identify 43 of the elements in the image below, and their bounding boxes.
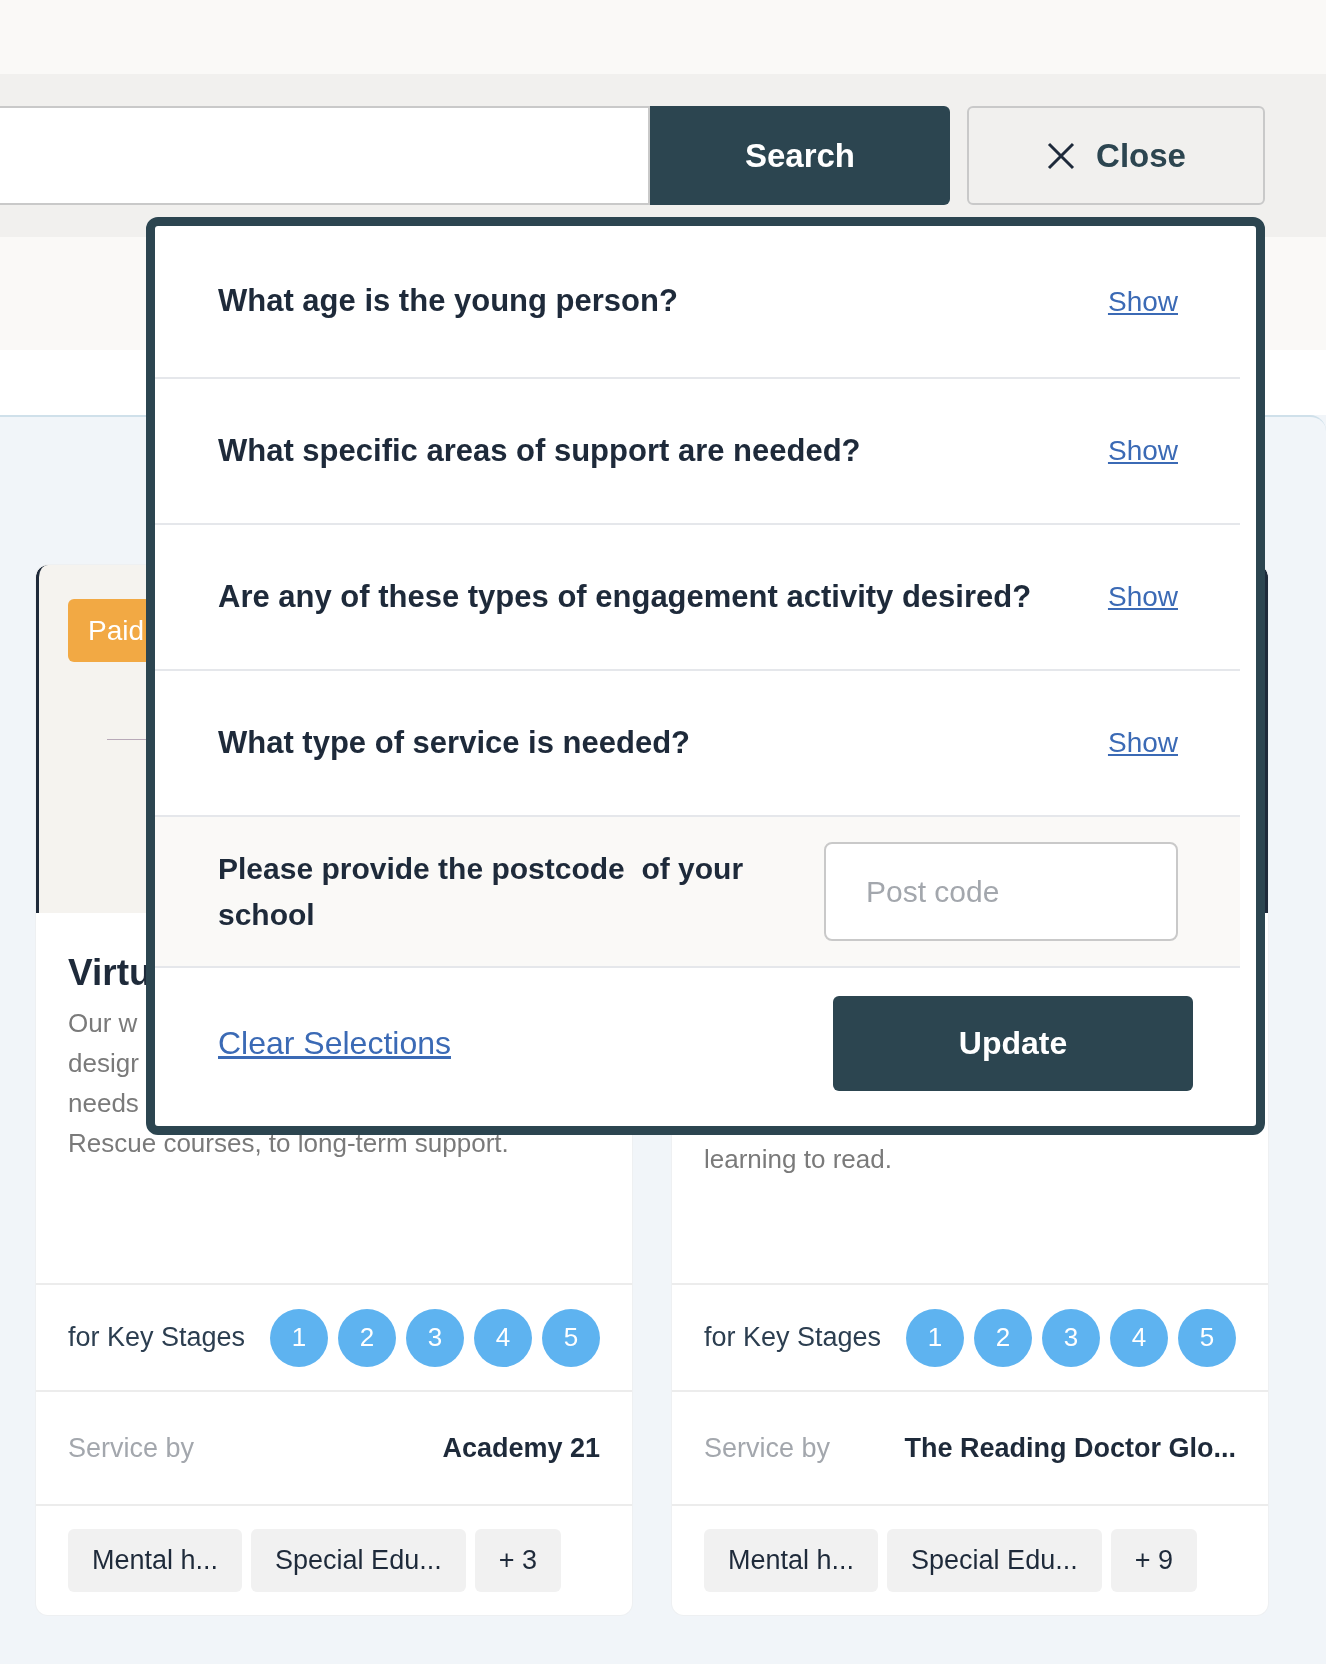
key-stage-badge: 5 xyxy=(542,1308,600,1367)
key-stage-badge: 4 xyxy=(474,1308,532,1367)
update-button[interactable]: Update xyxy=(833,995,1193,1091)
show-link[interactable]: Show xyxy=(1107,576,1178,618)
card-description: learning to read. xyxy=(704,1143,892,1176)
key-stage-badge: 2 xyxy=(338,1308,396,1367)
postcode-field[interactable]: Post code xyxy=(824,842,1178,941)
card-description: Rescue courses, to long-term support. xyxy=(68,1127,509,1160)
category-tag: Mental h... xyxy=(68,1529,243,1592)
key-stages-label: for Key Stages xyxy=(704,1321,882,1355)
show-link[interactable]: Show xyxy=(1107,722,1178,764)
card-description: desigr xyxy=(68,1047,139,1080)
filter-question: What age is the young person? xyxy=(218,282,678,321)
key-stage-badge: 3 xyxy=(1042,1308,1100,1367)
filter-question: Are any of these types of engagement activity desired? xyxy=(218,577,1032,616)
key-stage-badge: 1 xyxy=(270,1308,328,1367)
card-description: Our w xyxy=(68,1007,138,1040)
category-tag: Mental h... xyxy=(704,1529,879,1592)
show-link[interactable]: Show xyxy=(1107,280,1178,323)
postcode-question: Please provide the postcode of your school xyxy=(218,850,745,933)
category-tag: + 3 xyxy=(474,1529,561,1592)
filter-question: What specific areas of support are needed? xyxy=(218,431,861,470)
service-by-label: Service by xyxy=(704,1431,831,1465)
filter-question: What type of service is needed? xyxy=(218,723,691,762)
key-stage-badge: 1 xyxy=(906,1308,964,1367)
key-stage-badge: 4 xyxy=(1110,1308,1168,1367)
search-field[interactable] xyxy=(0,106,650,205)
key-stage-badge: 2 xyxy=(974,1308,1032,1367)
provider-name: The Reading Doctor Glo... xyxy=(904,1431,1236,1465)
card-description: needs xyxy=(68,1087,139,1120)
key-stage-badge: 3 xyxy=(406,1308,464,1367)
key-stages-label: for Key Stages xyxy=(68,1321,246,1355)
key-stage-badge: 5 xyxy=(1178,1308,1236,1367)
clear-selections-link[interactable]: Clear Selections xyxy=(218,1019,451,1067)
category-tag: + 9 xyxy=(1110,1529,1197,1592)
close-icon xyxy=(1046,140,1077,171)
provider-name: Academy 21 xyxy=(442,1431,600,1465)
category-tag: Special Edu... xyxy=(251,1529,466,1592)
category-tag: Special Edu... xyxy=(887,1529,1102,1592)
show-link[interactable]: Show xyxy=(1107,430,1178,472)
close-button[interactable]: Close xyxy=(967,106,1265,205)
service-by-label: Service by xyxy=(68,1431,195,1465)
search-button[interactable]: Search xyxy=(650,106,950,205)
